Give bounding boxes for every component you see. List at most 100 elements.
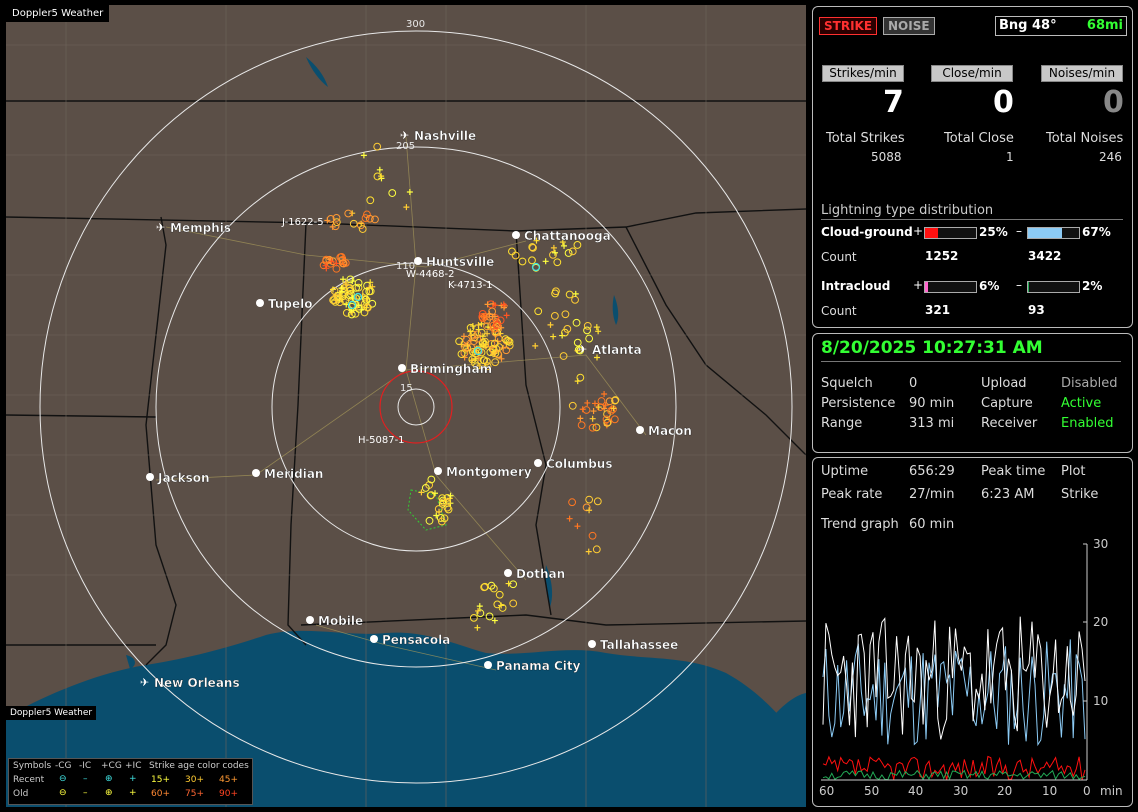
city-dot [512,231,520,239]
strike-marker [584,399,591,406]
legend-age-15: 15+ [151,775,170,785]
legend-recent-pos-cg-icon: ⊕ [105,774,113,784]
counts-panel: STRIKE NOISE Bng 48° 68mi Strikes/min Cl… [812,6,1133,328]
stats-panel: Uptime 656:29 Peak time Plot Peak rate 2… [812,457,1133,807]
legend-pos-ic: +IC [125,761,142,771]
airport-icon: ✈ [400,129,409,142]
strike-marker [542,258,549,265]
peak-rate-value: 27/min [909,487,955,502]
legend-old-neg-ic-icon: – [83,788,88,798]
ic-neg-bar-fill [1028,282,1030,292]
squelch-label: Squelch [821,376,873,391]
city-dot [484,661,492,669]
city-dot [146,473,154,481]
strike-marker [403,204,410,211]
close-min-value: 0 [993,85,1014,120]
strike-marker [586,507,593,514]
strike-marker [518,257,527,266]
legend-pos-cg: +CG [101,761,122,771]
trend-x-30: 30 [953,784,968,798]
noises-min-value: 0 [1103,85,1124,120]
close-ring [379,370,453,444]
trend-x-unit: min [1100,784,1123,798]
strike-marker [583,321,592,330]
strike-marker [508,247,516,256]
strike-marker [571,295,579,304]
legend-age-title: Strike age color codes [149,761,249,771]
uptime-value: 656:29 [909,464,955,479]
cg-neg-pct: 67% [1082,225,1111,239]
total-close-label: Total Close [944,131,1014,146]
ic-pos-pct: 6% [979,279,1000,293]
city-dot [504,569,512,577]
city-dot [534,459,542,467]
legend-recent-neg-ic-icon: – [83,774,88,784]
strike-marker [595,328,602,335]
range-value: 313 mi [909,416,955,431]
strike-marker [550,244,557,251]
range-label-205: 205 [396,141,415,152]
strike-marker [590,408,597,415]
cg-neg-bar-fill [1028,228,1063,238]
trend-x-0: 0 [1083,784,1091,798]
airport-icon: ✈ [578,343,587,356]
cg-pos-count: 1252 [925,249,959,263]
ic-pos-bar [924,281,977,293]
strike-marker [376,166,383,173]
strike-marker [601,390,608,397]
city-label: Memphis [170,221,231,235]
distribution-title: Lightning type distribution [821,203,994,218]
city-dot [398,364,406,372]
strike-marker [484,301,491,308]
legend-neg-cg: -CG [55,761,72,771]
lightning-map[interactable]: 300 205 110 15 J-1622-5 W-4468-2 K-4713-… [6,5,806,807]
legend-old-pos-cg-icon: ⊕ [105,788,113,798]
ic-label: Intracloud [821,279,891,293]
trend-x-10: 10 [1042,784,1057,798]
receiver-label: Receiver [981,416,1038,431]
total-close-value: 1 [1006,150,1014,164]
city-label: Panama City [496,659,581,673]
status-divider [821,361,1121,362]
city-label: Meridian [264,467,323,481]
legend-old-neg-cg-icon: ⊖ [59,788,67,798]
strikes-min-header: Strikes/min [822,65,904,82]
strike-marker [528,256,536,265]
noise-button[interactable]: NOISE [883,17,935,35]
city-label: Atlanta [592,343,642,357]
noises-min-header: Noises/min [1041,65,1123,82]
strike-legend: Symbols -CG -IC +CG +IC Strike age color… [8,758,253,805]
storm-label-j: J-1622-5 [281,217,324,228]
strike-marker [610,415,619,424]
strike-marker [547,321,554,328]
legend-age-75: 75+ [185,789,204,799]
total-noises-value: 246 [1099,150,1122,164]
strike-button[interactable]: STRIKE [819,17,878,35]
cg-pos-bar [924,227,977,239]
total-strikes-label: Total Strikes [826,131,905,146]
strike-marker [577,415,584,422]
storm-label-w: W-4468-2 [406,269,455,280]
ic-pos-bar-fill [925,282,929,292]
strike-marker [332,264,341,273]
strike-marker [593,497,602,506]
legend-recent-neg-cg-icon: ⊖ [59,774,67,784]
city-label: Birmingham [410,362,492,376]
strike-marker [509,580,518,589]
map-canvas: 300 205 110 15 J-1622-5 W-4468-2 K-4713-… [6,5,806,807]
ic-minus-sign: – [1016,278,1022,292]
city-label: Nashville [414,129,476,143]
strike-marker [551,249,558,256]
trend-y-10: 10 [1093,694,1108,708]
bearing-readout: Bng 48° 68mi [995,16,1127,36]
close-min-header: Close/min [931,65,1013,82]
total-strikes-value: 5088 [871,150,902,164]
trend-y-20: 20 [1093,615,1108,629]
strike-marker [373,142,382,151]
cg-neg-count: 3422 [1028,249,1062,263]
legend-recent-pos-ic-icon: + [129,774,137,784]
squelch-value: 0 [909,376,918,391]
bearing-value: Bng 48° [999,18,1057,33]
strike-marker [366,196,375,205]
city-label: Tallahassee [600,638,678,652]
